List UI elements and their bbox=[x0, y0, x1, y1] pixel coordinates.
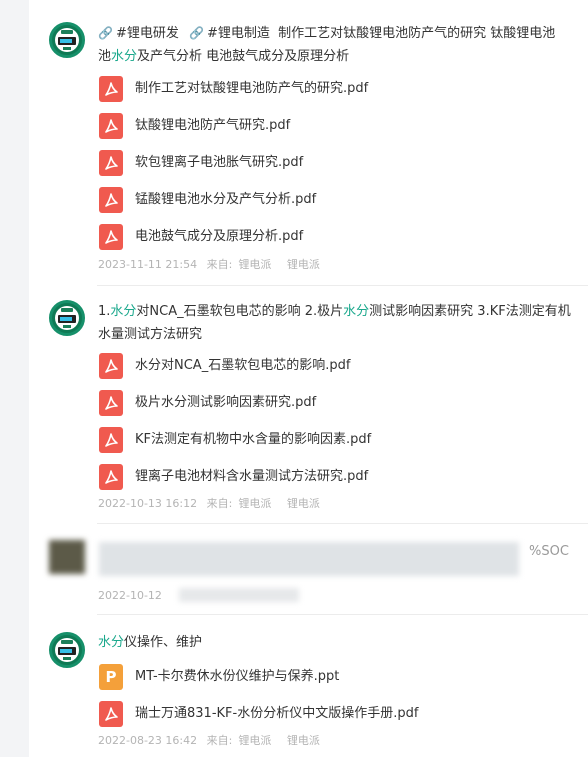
title-text: 水量测试方法研究 bbox=[98, 327, 203, 342]
post-title[interactable]: 🔗 #锂电研发 🔗 #锂电制造 制作工艺对钛酸锂电池防产气的研究 钛酸锂电池 池水分… bbox=[98, 22, 588, 68]
source-label: 来自: bbox=[206, 497, 233, 510]
post-title[interactable]: 1.水分对NCA_石墨软包电芯的影响 2.极片水分测试影响因素研究 3.KF法测… bbox=[98, 300, 588, 346]
file-item[interactable]: 锰酸锂电池水分及产气分析.pdf bbox=[99, 186, 519, 214]
pdf-icon bbox=[99, 701, 123, 727]
keyword-highlight: 水分 bbox=[110, 304, 137, 319]
post-date: 2022-08-23 16:42 bbox=[98, 734, 198, 747]
divider bbox=[97, 523, 588, 524]
source-link[interactable]: 锂电派 bbox=[238, 497, 271, 510]
pdf-icon bbox=[99, 464, 123, 490]
source-label: 来自: bbox=[206, 258, 233, 271]
pdf-icon bbox=[99, 427, 123, 453]
post-title[interactable]: 水分仪操作、维护 bbox=[98, 631, 588, 654]
topic-tag[interactable]: 🔗 #锂电研发 bbox=[98, 26, 179, 41]
post-meta: 2023-11-11 21:54 来自: 锂电派 锂电派 bbox=[98, 257, 326, 273]
blurred-meta bbox=[179, 588, 299, 602]
file-name: MT-卡尔费休水份仪维护与保养.ppt bbox=[135, 669, 340, 684]
author-link[interactable]: 锂电派 bbox=[287, 734, 320, 747]
title-text: 1. bbox=[98, 304, 111, 319]
divider bbox=[97, 614, 588, 615]
file-name: 锰酸锂电池水分及产气分析.pdf bbox=[135, 192, 317, 207]
file-name: KF法测定有机物中水含量的影响因素.pdf bbox=[135, 432, 372, 447]
file-name: 极片水分测试影响因素研究.pdf bbox=[135, 395, 317, 410]
post-date: 2022-10-13 16:12 bbox=[98, 497, 198, 510]
blurred-title-fragment: %SOC bbox=[529, 544, 569, 559]
file-name: 钛酸锂电池防产气研究.pdf bbox=[135, 118, 291, 133]
pdf-icon bbox=[99, 353, 123, 379]
pdf-icon bbox=[99, 390, 123, 416]
pdf-icon bbox=[99, 187, 123, 213]
file-item[interactable]: 钛酸锂电池防产气研究.pdf bbox=[99, 112, 519, 140]
source-label: 来自: bbox=[206, 734, 233, 747]
blurred-content bbox=[99, 542, 519, 576]
file-name: 锂离子电池材料含水量测试方法研究.pdf bbox=[135, 469, 369, 484]
feed-panel: 🔗 #锂电研发 🔗 #锂电制造 制作工艺对钛酸锂电池防产气的研究 钛酸锂电池 池水分… bbox=[29, 0, 588, 757]
file-name: 瑞士万通831-KF-水份分析仪中文版操作手册.pdf bbox=[135, 706, 419, 721]
file-name: 水分对NCA_石墨软包电芯的影响.pdf bbox=[135, 358, 351, 373]
file-name: 制作工艺对钛酸锂电池防产气的研究.pdf bbox=[135, 81, 369, 96]
file-name: 软包锂离子电池胀气研究.pdf bbox=[135, 155, 304, 170]
avatar[interactable] bbox=[49, 632, 85, 668]
file-item[interactable]: P MT-卡尔费休水份仪维护与保养.ppt bbox=[99, 663, 519, 691]
source-link[interactable]: 锂电派 bbox=[238, 734, 271, 747]
avatar[interactable] bbox=[49, 300, 85, 336]
title-text: 对NCA_石墨软包电芯的影响 2.极片 bbox=[136, 304, 344, 319]
file-item[interactable]: 制作工艺对钛酸锂电池防产气的研究.pdf bbox=[99, 75, 519, 103]
post-date: 2022-10-12 bbox=[98, 589, 162, 602]
keyword-highlight: 水分 bbox=[111, 49, 138, 64]
title-text: 及产气分析 电池鼓气成分及原理分析 bbox=[137, 49, 350, 64]
post-date: 2023-11-11 21:54 bbox=[98, 258, 198, 271]
ppt-icon: P bbox=[99, 664, 123, 690]
avatar[interactable] bbox=[49, 22, 85, 58]
file-item[interactable]: 极片水分测试影响因素研究.pdf bbox=[99, 389, 519, 417]
post-meta: 2022-08-23 16:42 来自: 锂电派 锂电派 bbox=[98, 733, 326, 749]
file-item[interactable]: 水分对NCA_石墨软包电芯的影响.pdf bbox=[99, 352, 519, 380]
post-meta: 2022-10-12 bbox=[98, 588, 168, 604]
pdf-icon bbox=[99, 150, 123, 176]
author-link[interactable]: 锂电派 bbox=[287, 258, 320, 271]
file-item[interactable]: 锂离子电池材料含水量测试方法研究.pdf bbox=[99, 463, 519, 491]
file-item[interactable]: 软包锂离子电池胀气研究.pdf bbox=[99, 149, 519, 177]
topic-tag[interactable]: 🔗 #锂电制造 bbox=[189, 26, 270, 41]
pdf-icon bbox=[99, 76, 123, 102]
pdf-icon bbox=[99, 113, 123, 139]
title-text: 制作工艺对钛酸锂电池防产气的研究 钛酸锂电池 bbox=[278, 26, 556, 41]
link-icon: 🔗 bbox=[189, 26, 204, 40]
keyword-highlight: 水分 bbox=[98, 635, 125, 650]
source-link[interactable]: 锂电派 bbox=[238, 258, 271, 271]
title-text: 池 bbox=[98, 49, 112, 64]
title-text: 仪操作、维护 bbox=[124, 635, 203, 650]
post-meta: 2022-10-13 16:12 来自: 锂电派 锂电派 bbox=[98, 496, 326, 512]
title-text: 测试影响因素研究 3.KF法测定有机 bbox=[369, 304, 571, 319]
file-item[interactable]: KF法测定有机物中水含量的影响因素.pdf bbox=[99, 426, 519, 454]
link-icon: 🔗 bbox=[98, 26, 113, 40]
keyword-highlight: 水分 bbox=[343, 304, 370, 319]
file-item[interactable]: 电池鼓气成分及原理分析.pdf bbox=[99, 223, 519, 251]
file-name: 电池鼓气成分及原理分析.pdf bbox=[135, 229, 304, 244]
blurred-avatar bbox=[49, 540, 85, 574]
author-link[interactable]: 锂电派 bbox=[287, 497, 320, 510]
pdf-icon bbox=[99, 224, 123, 250]
divider bbox=[97, 285, 588, 286]
file-item[interactable]: 瑞士万通831-KF-水份分析仪中文版操作手册.pdf bbox=[99, 700, 519, 728]
